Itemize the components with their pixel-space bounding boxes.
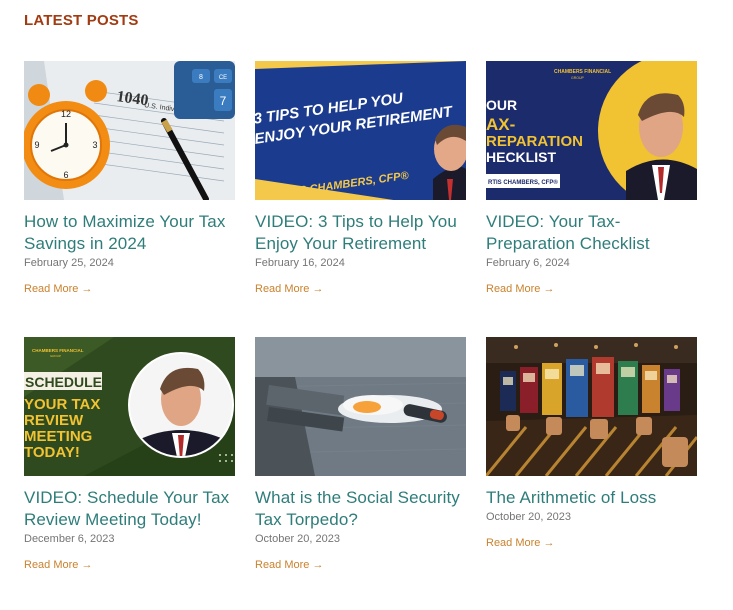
post-thumbnail-retirement-tips[interactable]: 3 TIPS TO HELP YOU ENJOY YOUR RETIREMENT… <box>255 61 466 200</box>
svg-text:8: 8 <box>199 74 203 81</box>
arrow-right-icon: → <box>312 559 324 571</box>
post-date: February 6, 2024 <box>486 257 570 269</box>
svg-text:YOUR TAX: YOUR TAX <box>24 396 100 413</box>
tax-form-clock-image: 1040 U.S. Individual Inc 7 CE 8 12369 <box>24 61 235 200</box>
section-title: LATEST POSTS <box>24 12 139 29</box>
svg-text:CHAMBERS FINANCIAL: CHAMBERS FINANCIAL <box>554 69 611 75</box>
arrow-right-icon: → <box>312 283 324 295</box>
read-more-label: Read More <box>24 283 79 295</box>
svg-text:REPARATION: REPARATION <box>486 133 583 150</box>
svg-text:HECKLIST: HECKLIST <box>486 149 556 165</box>
tax-checklist-video-image: CHAMBERS FINANCIAL GROUP OUR AX- REPARAT… <box>486 61 697 200</box>
post-title-link[interactable]: What is the Social Security Tax Torpedo? <box>255 487 466 531</box>
read-more-label: Read More <box>24 559 79 571</box>
post-card: 3 TIPS TO HELP YOU ENJOY YOUR RETIREMENT… <box>255 61 466 297</box>
svg-text:12: 12 <box>61 109 71 119</box>
post-date: February 16, 2024 <box>255 257 345 269</box>
torpedo-launch-image <box>255 337 466 476</box>
post-title-link[interactable]: VIDEO: Your Tax-Preparation Checklist <box>486 211 697 255</box>
read-more-link[interactable]: Read More → <box>24 559 92 571</box>
read-more-link[interactable]: Read More → <box>486 537 554 549</box>
post-title-link[interactable]: The Arithmetic of Loss <box>486 487 697 509</box>
post-card: The Arithmetic of Loss October 20, 2023 … <box>486 337 697 551</box>
post-date: December 6, 2023 <box>24 533 115 545</box>
post-title-link[interactable]: VIDEO: Schedule Your Tax Review Meeting … <box>24 487 235 531</box>
read-more-label: Read More <box>255 559 310 571</box>
svg-text:7: 7 <box>220 94 227 108</box>
svg-text:9: 9 <box>34 140 39 150</box>
post-date: February 25, 2024 <box>24 257 114 269</box>
svg-text:RTIS CHAMBERS, CFP®: RTIS CHAMBERS, CFP® <box>488 179 558 186</box>
post-card: 1040 U.S. Individual Inc 7 CE 8 12 3 6 9 Ho… <box>24 61 235 297</box>
read-more-label: Read More <box>255 283 310 295</box>
post-thumbnail-tax-checklist[interactable]: CHAMBERS FINANCIAL GROUP OUR AX- REPARAT… <box>486 61 697 200</box>
post-date: October 20, 2023 <box>486 511 572 523</box>
arrow-right-icon: → <box>543 283 555 295</box>
post-title-link[interactable]: VIDEO: 3 Tips to Help You Enjoy Your Ret… <box>255 211 466 255</box>
svg-text:GROUP: GROUP <box>571 76 585 80</box>
arrow-right-icon: → <box>81 283 93 295</box>
svg-text:GROUP: GROUP <box>50 354 61 358</box>
post-thumbnail-tax-torpedo[interactable] <box>255 337 466 476</box>
post-date: October 20, 2023 <box>255 533 341 545</box>
svg-text:3: 3 <box>92 140 97 150</box>
svg-text:CE: CE <box>219 75 227 81</box>
post-card: CHAMBERS FINANCIAL GROUP OUR AX- REPARAT… <box>486 61 697 297</box>
svg-text:MEETING: MEETING <box>24 428 92 445</box>
read-more-label: Read More <box>486 283 541 295</box>
svg-text:CHAMBERS FINANCIAL: CHAMBERS FINANCIAL <box>32 348 84 353</box>
casino-floor-image <box>486 337 697 476</box>
svg-text:AX-: AX- <box>486 115 515 134</box>
post-card: CHAMBERS FINANCIAL GROUP SCHEDULE YOUR T… <box>24 337 235 573</box>
post-thumbnail-arithmetic-of-loss[interactable] <box>486 337 697 476</box>
svg-text:REVIEW: REVIEW <box>24 412 84 429</box>
retirement-tips-video-image: 3 TIPS TO HELP YOU ENJOY YOUR RETIREMENT… <box>255 61 466 200</box>
read-more-link[interactable]: Read More → <box>255 283 323 295</box>
post-thumbnail-schedule-review[interactable]: CHAMBERS FINANCIAL GROUP SCHEDULE YOUR T… <box>24 337 235 476</box>
read-more-link[interactable]: Read More → <box>24 283 92 295</box>
arrow-right-icon: → <box>543 537 555 549</box>
svg-text:6: 6 <box>63 170 68 180</box>
read-more-link[interactable]: Read More → <box>486 283 554 295</box>
schedule-review-video-image: CHAMBERS FINANCIAL GROUP SCHEDULE YOUR T… <box>24 337 235 476</box>
post-title-link[interactable]: How to Maximize Your Tax Savings in 2024 <box>24 211 235 255</box>
post-thumbnail-tax-savings[interactable]: 1040 U.S. Individual Inc 7 CE 8 12 3 6 9 <box>24 61 235 200</box>
read-more-label: Read More <box>486 537 541 549</box>
arrow-right-icon: → <box>81 559 93 571</box>
svg-text:OUR: OUR <box>486 97 517 113</box>
post-card: What is the Social Security Tax Torpedo?… <box>255 337 466 573</box>
read-more-link[interactable]: Read More → <box>255 559 323 571</box>
svg-text:SCHEDULE: SCHEDULE <box>25 374 102 390</box>
svg-text:TODAY!: TODAY! <box>24 444 80 461</box>
